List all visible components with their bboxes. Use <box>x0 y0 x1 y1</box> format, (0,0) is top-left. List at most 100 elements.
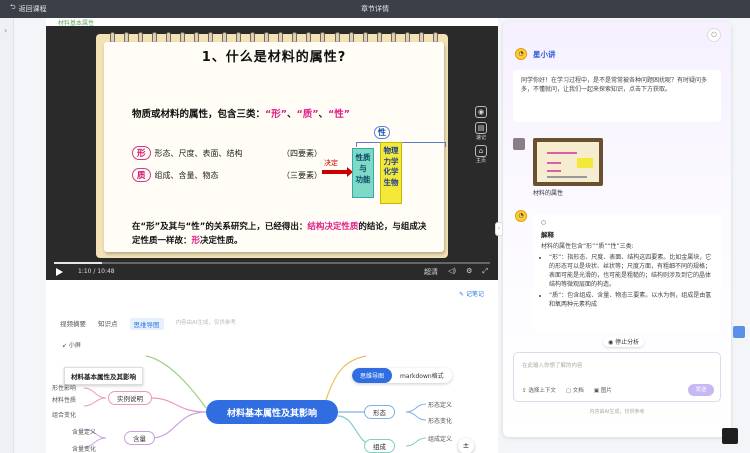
mind-map-node[interactable]: 形态 <box>364 405 395 419</box>
chat-input-box[interactable]: 在此输入你想了解的内容 ⇪ 选择上下文 ▢ 文档 ▣ 图片 发送 <box>513 352 721 402</box>
reply-title: 解释 <box>541 231 554 239</box>
notes-tool[interactable]: ▤ 速记 <box>475 122 487 141</box>
home-tool[interactable]: ⌂ 主页 <box>475 145 487 164</box>
stop-analysis-button[interactable]: ◉ 停止分析 <box>603 336 645 347</box>
mind-map-root[interactable]: 材料基本属性及其影响 <box>206 400 338 424</box>
take-notes-label: 记笔记 <box>465 291 484 298</box>
bot-name: 星小讲 <box>533 50 556 59</box>
play-icon[interactable] <box>56 268 63 276</box>
disclaimer: 内容由AI生成，仅供参考 <box>589 409 645 415</box>
form-text: 形态、尺度、表面、结构 <box>154 148 243 158</box>
expand-sidebar-icon[interactable]: › <box>4 26 7 35</box>
category-line: 物理 <box>383 146 399 155</box>
toggle-mindmap[interactable]: 思维导图 <box>352 368 393 383</box>
home-tool-label: 主页 <box>475 158 486 164</box>
notes-tool-label: 速记 <box>475 135 486 141</box>
fullscreen-icon[interactable]: ⤢ <box>482 267 488 277</box>
form-elements: （四要素） <box>282 148 322 158</box>
thumbnail-content <box>537 142 599 182</box>
page-title: 章节详情 <box>361 5 389 13</box>
chat-input-placeholder: 在此输入你想了解的内容 <box>522 363 583 369</box>
slide-conclusion: 在“形”及其与“性”的关系研究上，已经得出：结构决定性质的结论，与组成决定性质一… <box>132 220 432 248</box>
home-icon: ⌂ <box>475 145 487 157</box>
mind-map-leaf[interactable]: 含量变化 <box>72 444 96 453</box>
xing-label: 性 <box>374 126 390 139</box>
document-button[interactable]: ▢ 文档 <box>566 386 584 394</box>
progress-bar[interactable] <box>54 262 490 264</box>
left-rail: › <box>0 18 14 453</box>
zoom-icon[interactable]: ± <box>458 438 474 453</box>
take-notes-button[interactable]: ✎ 记笔记 <box>459 289 484 298</box>
edge-dark-button[interactable] <box>722 428 738 444</box>
slide-row-form: 形 形态、尺度、表面、结构 （四要素） <box>132 146 322 160</box>
power-icon[interactable]: ⏻ <box>707 28 721 42</box>
mind-map-format-toggle: 思维导图 markdown格式 <box>352 368 452 383</box>
mind-map-leaf[interactable]: 组成定义 <box>428 434 452 443</box>
tabs-hint: 内容由AI生成，仅供参考 <box>175 320 236 326</box>
mind-map-leaf[interactable]: 形态定义 <box>428 400 452 409</box>
slide-intro: 物质或材料的属性，包含三类：“形”、“质”、“性” <box>132 106 350 120</box>
intro-xing2: “性” <box>328 109 351 120</box>
slide-row-substance: 质 组成、含量、物态 （三要素） <box>132 168 322 182</box>
form-tag: 形 <box>132 146 151 160</box>
time-display: 1:10 / 10:48 <box>78 268 115 275</box>
slide-thumbnail[interactable] <box>533 138 603 186</box>
send-button[interactable]: 发送 <box>688 384 714 396</box>
small-screen-button[interactable]: ↙ 小屏 <box>62 340 81 349</box>
slide: 1、什么是材料的属性? 物质或材料的属性，包含三类：“形”、“质”、“性” 形 … <box>96 32 448 258</box>
screenshot-tool[interactable]: ◉ <box>475 106 487 118</box>
mind-map-leaf[interactable]: 含量定义 <box>72 427 96 436</box>
reply-list: “形”：指形态、尺度、表面、结构这四要素。比如金属块，它的形态可以是块状、丝状等… <box>541 253 713 309</box>
decide-label: 决定 <box>324 159 338 167</box>
reply-item: “质”：包含组成、含量、物态三要素。以水为例，组成是由氢和氧两种元素构成 <box>549 291 713 309</box>
tab-mindmap[interactable]: 思维导图 <box>129 318 164 330</box>
mind-map-leaf[interactable]: 材料性质 <box>52 395 76 404</box>
mind-map-node[interactable]: 组成 <box>364 439 395 453</box>
ai-assistant-panel: ⏻ › ◔ 星小讲 同学你好！在学习过程中，是不是常常被各种问题困扰呢？有时疑问… <box>495 22 731 437</box>
content-tabs: 视频摘要 知识点 思维导图 内容由AI生成，仅供参考 <box>60 318 236 330</box>
tab-knowledge[interactable]: 知识点 <box>98 318 118 330</box>
property-box: 性质 与 功能 <box>352 148 374 198</box>
player-right-controls: 超清 ◁) ⚙ ⤢ <box>424 267 488 277</box>
context-button[interactable]: ⇪ 选择上下文 <box>522 386 556 394</box>
substance-tag: 质 <box>132 168 151 182</box>
stop-analysis-label: 停止分析 <box>615 339 640 346</box>
mind-map-leaf[interactable]: 形态变化 <box>428 416 452 425</box>
bot-avatar-icon: ◔ <box>515 48 527 60</box>
panel-collapse-icon[interactable]: › <box>495 222 503 236</box>
image-button[interactable]: ▣ 图片 <box>594 386 612 394</box>
user-avatar <box>513 138 525 150</box>
category-line: 化学 <box>383 167 399 176</box>
intro-sep: 、 <box>287 109 297 120</box>
bot-avatar-icon: ◔ <box>515 210 527 222</box>
mind-map-node[interactable]: 含量 <box>124 431 155 445</box>
settings-icon[interactable]: ⚙ <box>466 267 472 277</box>
property-line: 功能 <box>355 175 371 184</box>
tab-summary[interactable]: 视频摘要 <box>60 318 86 330</box>
property-line: 性质 <box>355 153 371 162</box>
loading-icon <box>541 220 546 225</box>
edge-chat-icon[interactable] <box>733 326 745 338</box>
slide-paper: 1、什么是材料的属性? 物质或材料的属性，包含三类：“形”、“质”、“性” 形 … <box>104 42 446 252</box>
volume-icon[interactable]: ◁) <box>448 267 456 277</box>
mind-map-node[interactable]: 实例说明 <box>108 391 152 405</box>
clarity-button[interactable]: 超清 <box>424 267 438 277</box>
toggle-markdown[interactable]: markdown格式 <box>392 368 452 383</box>
input-options: ⇪ 选择上下文 ▢ 文档 ▣ 图片 <box>522 386 612 394</box>
mind-map-leaf[interactable]: 组合变化 <box>52 410 76 419</box>
concl-part: 决定性质。 <box>200 236 243 246</box>
reply-bubble: 解释 材料的属性包含“形”“质”“性”三类: “形”：指形态、尺度、表面、结构这… <box>533 214 721 332</box>
video-side-tools: ◉ ▤ 速记 ⌂ 主页 <box>472 106 490 164</box>
progress-fill <box>54 262 102 264</box>
concl-highlight: 形 <box>191 236 201 246</box>
mind-map-leaf[interactable]: 形性影响 <box>52 383 76 392</box>
property-line: 与 <box>359 164 367 173</box>
category-line: 力学 <box>383 156 399 166</box>
thumbnail-caption: 材料的属性 <box>533 190 564 197</box>
mind-map[interactable]: 材料基本属性及其影响 材料基本属性及其影响 实例说明 含量 形态 组成 形性影响… <box>46 350 498 453</box>
intro-zhi: “质” <box>296 109 319 120</box>
greeting-bubble: 同学你好！在学习过程中，是不是常常被各种问题困扰呢？有时疑问多多，不懂就问，让我… <box>513 70 721 122</box>
reply-intro: 材料的属性包含“形”“质”“性”三类: <box>541 243 634 250</box>
concl-part: 在“形”及其与“性”的关系研究上，已经得出： <box>132 222 308 232</box>
video-player[interactable]: 1、什么是材料的属性? 物质或材料的属性，包含三类：“形”、“质”、“性” 形 … <box>46 26 498 280</box>
